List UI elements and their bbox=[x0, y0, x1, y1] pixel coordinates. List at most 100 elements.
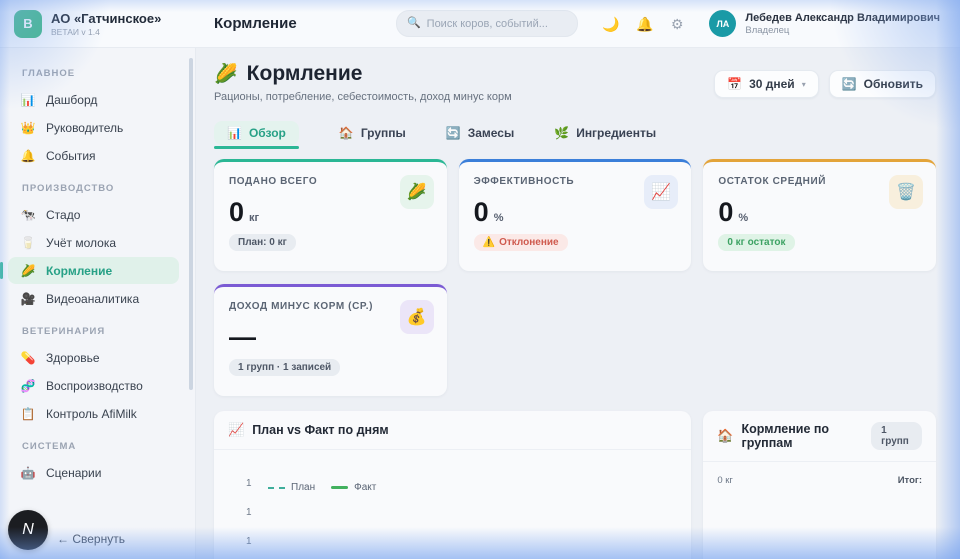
plan-badge: План: 0 кг bbox=[229, 234, 296, 251]
herb-icon: 🌿 bbox=[554, 126, 569, 140]
groups-body: 0 кг Итог: bbox=[703, 462, 936, 499]
tab-overview[interactable]: 📊 Обзор bbox=[214, 121, 299, 145]
legend-item-plan: План bbox=[268, 482, 315, 493]
tab-groups[interactable]: 🏠 Группы bbox=[339, 126, 406, 140]
house-icon: 🏠 bbox=[717, 428, 733, 444]
panel-header: 🏠 Кормление по группам 1 групп bbox=[703, 411, 936, 462]
chart-legend: План Факт bbox=[268, 482, 376, 493]
user-text: Лебедев Александр Владимирович Владелец bbox=[745, 12, 940, 36]
pill-icon: 💊 bbox=[20, 351, 36, 365]
sidebar-item-label: Воспроизводство bbox=[46, 379, 143, 393]
dashboard-icon: 📊 bbox=[20, 93, 36, 107]
stat-cards-row-2: ДОХОД МИНУС КОРМ (СР.) 💰 — 1 групп · 1 з… bbox=[214, 284, 936, 396]
sidebar-item-label: Видеоаналитика bbox=[46, 292, 139, 306]
tab-label: Ингредиенты bbox=[576, 126, 656, 140]
sidebar-item-dashboard[interactable]: 📊 Дашборд bbox=[8, 86, 179, 113]
period-select-button[interactable]: 📅 30 дней ▾ bbox=[714, 70, 819, 98]
deviation-badge: ⚠️ Отклонение bbox=[474, 234, 568, 251]
search-input[interactable] bbox=[427, 18, 567, 30]
sidebar-item-videoanalytics[interactable]: 🎥 Видеоаналитика bbox=[8, 285, 179, 312]
brand: В АО «Гатчинское» ВЕТАИ v 1.4 bbox=[0, 10, 196, 38]
tab-label: Группы bbox=[361, 126, 406, 140]
search-box[interactable]: 🔍 bbox=[396, 10, 578, 37]
tab-ingredients[interactable]: 🌿 Ингредиенты bbox=[554, 126, 656, 140]
org-name: АО «Гатчинское» bbox=[51, 11, 161, 26]
sidebar-section-main: ГЛАВНОЕ bbox=[22, 68, 195, 79]
refresh-label: Обновить bbox=[864, 77, 923, 91]
leftover-badge: 0 кг остаток bbox=[718, 234, 794, 251]
notifications-bell-icon[interactable]: 🔔 bbox=[636, 17, 653, 31]
solid-line-swatch bbox=[331, 486, 348, 489]
sidebar-scrollbar[interactable] bbox=[189, 58, 193, 390]
sidebar-item-reproduction[interactable]: 🧬 Воспроизводство bbox=[8, 372, 179, 399]
tab-label: Обзор bbox=[249, 126, 286, 140]
sidebar-section-production: ПРОИЗВОДСТВО bbox=[22, 183, 195, 194]
badge-text: Отклонение bbox=[499, 237, 558, 248]
cow-icon: 🐄 bbox=[20, 208, 36, 222]
sidebar-item-afimilk[interactable]: 📋 Контроль AfiMilk bbox=[8, 400, 179, 427]
stat-cards-row: ПОДАНО ВСЕГО 🌽 0 кг План: 0 кг ЭФФЕКТИВН… bbox=[214, 159, 936, 271]
topbar-page-title: Кормление bbox=[214, 15, 297, 32]
sidebar-item-label: Здоровье bbox=[46, 351, 100, 365]
user-name: Лебедев Александр Владимирович bbox=[745, 12, 940, 24]
tab-mixes[interactable]: 🔄 Замесы bbox=[446, 126, 514, 140]
dashed-line-swatch bbox=[268, 487, 285, 489]
chevron-down-icon: ▾ bbox=[802, 80, 806, 89]
sidebar-item-manager[interactable]: 👑 Руководитель bbox=[8, 114, 179, 141]
user-avatar: ЛА bbox=[709, 10, 736, 37]
warning-icon: ⚠️ bbox=[483, 237, 495, 248]
sidebar-item-label: Кормление bbox=[46, 264, 112, 278]
app-logo: В bbox=[14, 10, 42, 38]
sidebar-item-herd[interactable]: 🐄 Стадо bbox=[8, 201, 179, 228]
sidebar-section-veterinary: ВЕТЕРИНАРИЯ bbox=[22, 326, 195, 337]
panel-title: План vs Факт по дням bbox=[252, 423, 388, 437]
sidebar-item-label: События bbox=[46, 149, 96, 163]
sidebar-section-system: СИСТЕМА bbox=[22, 441, 195, 452]
stat-value: 0 bbox=[474, 199, 489, 226]
sidebar-item-feeding[interactable]: 🌽 Кормление bbox=[8, 257, 179, 284]
corn-icon: 🌽 bbox=[214, 62, 238, 86]
y-axis-tick: 1 bbox=[246, 478, 252, 489]
stat-unit: % bbox=[494, 212, 504, 224]
sidebar-item-label: Дашборд bbox=[46, 93, 97, 107]
app-version: ВЕТАИ v 1.4 bbox=[51, 27, 161, 37]
refresh-button[interactable]: 🔄 Обновить bbox=[829, 70, 936, 98]
dna-icon: 🧬 bbox=[20, 379, 36, 393]
user-menu[interactable]: ЛА Лебедев Александр Владимирович Владел… bbox=[709, 10, 940, 37]
line-chart-icon: 📈 bbox=[228, 422, 244, 438]
robot-icon: 🤖 bbox=[20, 466, 36, 480]
header-actions: 📅 30 дней ▾ 🔄 Обновить bbox=[714, 70, 936, 98]
page-header-text: 🌽 Кормление Рационы, потребление, себест… bbox=[214, 62, 512, 103]
sidebar: ГЛАВНОЕ 📊 Дашборд 👑 Руководитель 🔔 Событ… bbox=[0, 48, 196, 559]
feeding-by-groups-panel: 🏠 Кормление по группам 1 групп 0 кг Итог… bbox=[703, 411, 936, 559]
topbar: В АО «Гатчинское» ВЕТАИ v 1.4 Кормление … bbox=[0, 0, 960, 48]
search-icon: 🔍 bbox=[407, 18, 421, 29]
panel-title: Кормление по группам bbox=[742, 422, 864, 450]
theme-moon-icon[interactable]: 🌙 bbox=[602, 17, 619, 31]
sidebar-item-events[interactable]: 🔔 События bbox=[8, 142, 179, 169]
tabs-bar: 📊 Обзор 🏠 Группы 🔄 Замесы 🌿 Ингредиенты bbox=[214, 119, 936, 146]
sidebar-item-label: Руководитель bbox=[46, 121, 123, 135]
stat-card-income-minus-feed: ДОХОД МИНУС КОРМ (СР.) 💰 — 1 групп · 1 з… bbox=[214, 284, 447, 396]
plan-vs-fact-panel: 📈 План vs Факт по дням 1 1 1 План Факт bbox=[214, 411, 691, 559]
crown-icon: 👑 bbox=[20, 121, 36, 135]
sidebar-item-milk[interactable]: 🥛 Учёт молока bbox=[8, 229, 179, 256]
stat-card-leftover: ОСТАТОК СРЕДНИЙ 🗑️ 0 % 0 кг остаток bbox=[703, 159, 936, 271]
stat-value: — bbox=[229, 324, 256, 351]
milk-icon: 🥛 bbox=[20, 236, 36, 250]
corn-icon: 🌽 bbox=[20, 264, 36, 278]
bar-chart-icon: 📊 bbox=[227, 126, 242, 140]
house-icon: 🏠 bbox=[339, 126, 354, 140]
bell-icon: 🔔 bbox=[20, 149, 36, 163]
page-subtitle: Рационы, потребление, себестоимость, дох… bbox=[214, 91, 512, 103]
sidebar-item-label: Учёт молока bbox=[46, 236, 116, 250]
main-content: 🌽 Кормление Рационы, потребление, себест… bbox=[196, 48, 960, 559]
collapse-sidebar-button[interactable]: ← Свернуть bbox=[57, 532, 125, 546]
sidebar-item-health[interactable]: 💊 Здоровье bbox=[8, 344, 179, 371]
floating-n-button[interactable]: N bbox=[8, 510, 48, 550]
legend-label: План bbox=[291, 482, 315, 493]
settings-gear-icon[interactable]: ⚙ bbox=[671, 17, 684, 31]
line-chart-icon: 📈 bbox=[644, 175, 678, 209]
plan-fact-chart: 1 1 1 План Факт bbox=[214, 450, 691, 559]
sidebar-item-scenarios[interactable]: 🤖 Сценарии bbox=[8, 459, 179, 486]
